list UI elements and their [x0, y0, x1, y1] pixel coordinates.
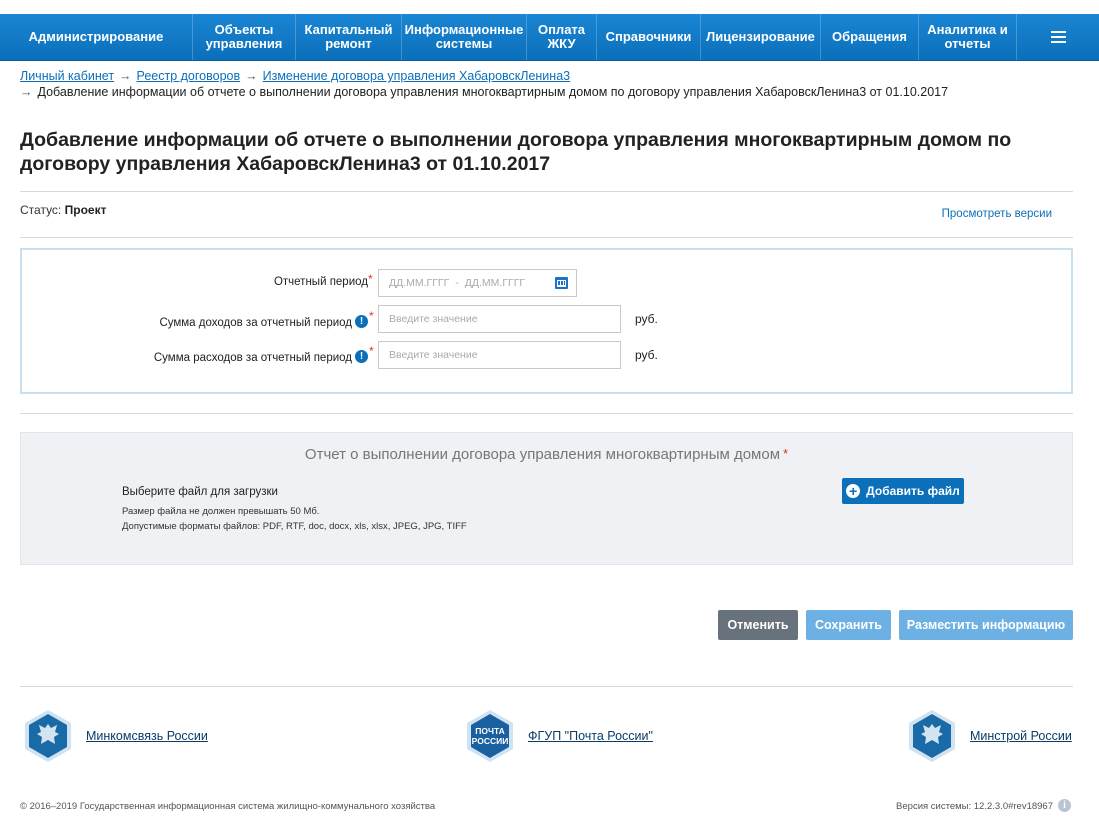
currency-label: руб. — [635, 348, 658, 362]
nav-item-capital-repair[interactable]: Капитальный ремонт — [296, 14, 402, 60]
info-icon[interactable]: ! — [355, 315, 368, 328]
nav-item-licensing[interactable]: Лицензирование — [701, 14, 821, 60]
info-icon[interactable]: ! — [355, 350, 368, 363]
post-info-button[interactable]: Разместить информацию — [899, 610, 1073, 640]
breadcrumb-arrow: → — [119, 69, 132, 83]
breadcrumb: Личный кабинет → Реестр договоров → Изменени… — [20, 68, 948, 100]
pochta-russia-logo-icon[interactable]: ПОЧТА РОССИИ — [462, 708, 518, 764]
footer-link-minkomsvyaz[interactable]: Минкомсвязь России — [86, 729, 208, 743]
period-from-input[interactable]: ДД.ММ.ГГГГ — [389, 277, 449, 289]
nav-item-administration[interactable]: Администрирование — [0, 14, 193, 60]
svg-text:ПОЧТА: ПОЧТА — [475, 726, 505, 736]
nav-item-payment[interactable]: Оплата ЖКУ — [527, 14, 597, 60]
nav-item-management-objects[interactable]: Объекты управления — [193, 14, 296, 60]
breadcrumb-current-line: → Добавление информации об отчете о выпол… — [20, 84, 948, 100]
required-mark: * — [369, 344, 374, 358]
upload-title-text: Отчет о выполнении договора управления м… — [304, 446, 781, 463]
required-mark: * — [783, 446, 789, 461]
breadcrumb-current: Добавление информации об отчете о выполн… — [37, 85, 949, 99]
nav-item-analytics[interactable]: Аналитика и отчеты — [919, 14, 1017, 60]
file-formats-note: Допустимые форматы файлов: PDF, RTF, doc… — [122, 521, 467, 532]
currency-label: руб. — [635, 312, 658, 326]
breadcrumb-link-cabinet[interactable]: Личный кабинет — [20, 69, 114, 83]
period-to-input[interactable]: ДД.ММ.ГГГГ — [465, 277, 525, 289]
footer-link-pochta[interactable]: ФГУП "Почта России" — [528, 729, 653, 743]
breadcrumb-arrow: → — [20, 85, 33, 99]
period-range-field[interactable]: ДД.ММ.ГГГГ - ДД.ММ.ГГГГ — [378, 269, 577, 297]
add-file-button[interactable]: + Добавить файл — [842, 478, 964, 504]
svg-text:РОССИИ: РОССИИ — [472, 736, 509, 746]
plus-circle-icon: + — [846, 484, 861, 498]
save-button[interactable]: Сохранить — [806, 610, 891, 640]
footer-link-minstroy[interactable]: Минстрой России — [970, 729, 1072, 743]
required-mark: * — [368, 272, 373, 286]
file-upload-section: Отчет о выполнении договора управления м… — [20, 432, 1073, 565]
view-versions-link[interactable]: Просмотреть версии — [942, 208, 1052, 220]
period-label: Отчетный период — [273, 276, 368, 288]
divider — [20, 191, 1073, 192]
income-label: Сумма доходов за отчетный период — [159, 317, 352, 329]
minstroy-emblem-icon[interactable] — [904, 708, 960, 764]
hamburger-icon — [1050, 31, 1066, 43]
breadcrumb-link-contract-change[interactable]: Изменение договора управления ХабаровскЛ… — [263, 69, 570, 83]
version-info-icon[interactable]: i — [1058, 799, 1071, 812]
status-line: Статус: Проект — [20, 203, 106, 217]
expense-label: Сумма расходов за отчетный период — [153, 352, 352, 364]
expense-input[interactable]: Введите значение — [378, 341, 621, 369]
status-value: Проект — [64, 203, 107, 217]
nav-item-info-systems[interactable]: Информационные системы — [402, 14, 527, 60]
report-form: Отчетный период * ДД.ММ.ГГГГ - ДД.ММ.ГГГ… — [20, 248, 1073, 394]
copyright: © 2016–2019 Государственная информационн… — [20, 801, 436, 812]
breadcrumb-link-registry[interactable]: Реестр договоров — [137, 69, 241, 83]
nav-item-references[interactable]: Справочники — [597, 14, 701, 60]
status-label: Статус: — [20, 203, 62, 217]
divider — [20, 237, 1073, 238]
divider — [20, 413, 1073, 414]
footer-divider — [20, 686, 1073, 687]
file-select-label: Выберите файл для загрузки — [122, 486, 278, 498]
file-size-note: Размер файла не должен превышать 50 Мб. — [122, 506, 320, 517]
period-dash: - — [455, 277, 459, 289]
minkomsvyaz-emblem-icon[interactable] — [20, 708, 76, 764]
calendar-icon[interactable] — [555, 277, 568, 289]
breadcrumb-arrow: → — [245, 69, 258, 83]
add-file-label: Добавить файл — [866, 484, 960, 498]
page-title: Добавление информации об отчете о выполн… — [20, 129, 1012, 175]
required-mark: * — [369, 309, 374, 323]
system-version: Версия системы: 12.2.3.0#rev18967 — [896, 801, 1053, 812]
nav-item-appeals[interactable]: Обращения — [821, 14, 919, 60]
menu-button[interactable] — [1017, 14, 1099, 60]
top-strip — [0, 0, 1099, 14]
income-input[interactable]: Введите значение — [378, 305, 621, 333]
cancel-button[interactable]: Отменить — [718, 610, 798, 640]
main-nav: Администрирование Объекты управления Кап… — [0, 14, 1099, 61]
upload-title: Отчет о выполнении договора управления м… — [21, 446, 1072, 463]
